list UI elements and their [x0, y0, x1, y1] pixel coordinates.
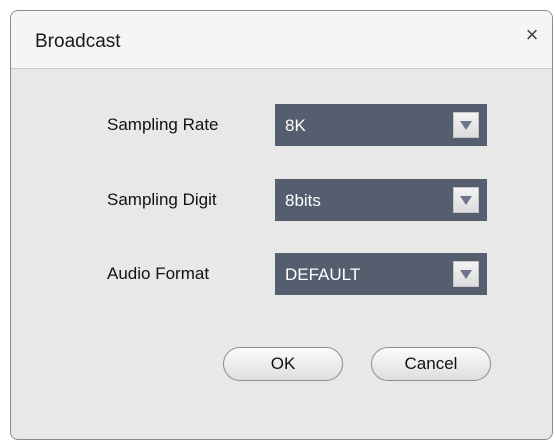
sampling-digit-row: Sampling Digit 8bits [11, 179, 552, 221]
close-icon[interactable]: × [520, 23, 544, 47]
dropdown-arrow-icon[interactable] [453, 261, 479, 287]
dropdown-arrow-icon[interactable] [453, 112, 479, 138]
audio-format-label: Audio Format [107, 264, 210, 283]
cancel-button[interactable]: Cancel [371, 347, 491, 381]
broadcast-dialog: Broadcast × Sampling Rate 8K Sampling Di… [10, 10, 553, 440]
sampling-digit-label: Sampling Digit [107, 190, 217, 209]
sampling-rate-value: 8K [285, 116, 306, 135]
sampling-digit-select[interactable]: 8bits [275, 179, 487, 221]
sampling-rate-row: Sampling Rate 8K [11, 104, 552, 146]
dialog-titlebar[interactable]: Broadcast × [11, 11, 552, 69]
dialog-body: Sampling Rate 8K Sampling Digit 8bits Au… [11, 69, 552, 439]
sampling-digit-value: 8bits [285, 191, 321, 210]
dialog-title: Broadcast [35, 31, 121, 52]
sampling-rate-select[interactable]: 8K [275, 104, 487, 146]
dropdown-arrow-icon[interactable] [453, 187, 479, 213]
audio-format-select[interactable]: DEFAULT [275, 253, 487, 295]
audio-format-row: Audio Format DEFAULT [11, 253, 552, 295]
audio-format-value: DEFAULT [285, 265, 361, 284]
sampling-rate-label: Sampling Rate [107, 115, 219, 134]
ok-button[interactable]: OK [223, 347, 343, 381]
